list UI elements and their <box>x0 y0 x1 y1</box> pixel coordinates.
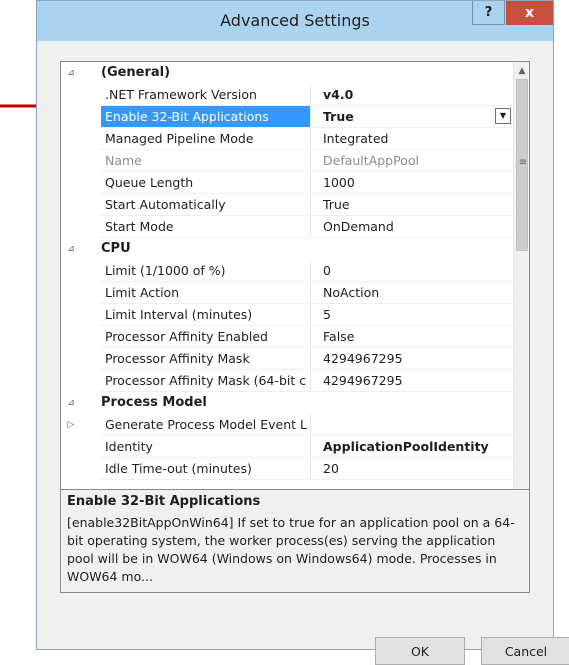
property-value[interactable]: v4.0 <box>311 84 513 106</box>
description-text: [enable32BitAppOnWin64] If set to true f… <box>67 515 515 584</box>
property-name: Start Automatically <box>105 197 226 212</box>
property-value[interactable]: NoAction <box>311 282 513 304</box>
property-grid: ⊿ (General) .NET Framework Version v4.0 Enab… <box>60 61 530 505</box>
property-row[interactable]: Processor Affinity Mask 4294967295 <box>61 348 513 370</box>
property-row[interactable]: Start Mode OnDemand <box>61 216 513 238</box>
property-row[interactable]: Enable 32-Bit Applications True ▼ <box>61 106 513 128</box>
property-name: Managed Pipeline Mode <box>105 131 254 146</box>
property-value[interactable]: ApplicationPoolIdentity <box>311 436 513 458</box>
category-label: Process Model <box>101 395 207 410</box>
property-name: Name <box>105 153 142 168</box>
property-value[interactable]: 5 <box>311 304 513 326</box>
close-button[interactable]: x <box>506 1 553 25</box>
description-panel: Enable 32-Bit Applications [enable32BitA… <box>60 489 530 593</box>
dialog-client: ⊿ (General) .NET Framework Version v4.0 Enab… <box>45 41 569 665</box>
advanced-settings-dialog: Advanced Settings ? x ⊿ (General) .NET Fra… <box>36 0 569 665</box>
property-value[interactable]: 4294967295 <box>311 348 513 370</box>
dropdown-arrow-icon[interactable]: ▼ <box>495 108 511 124</box>
property-value[interactable]: 0 <box>311 260 513 282</box>
property-value[interactable]: 20 <box>311 458 513 480</box>
property-name: Processor Affinity Mask (64-bit c <box>105 373 307 388</box>
property-value[interactable]: True ▼ <box>311 106 513 128</box>
scroll-thumb[interactable]: ≡ <box>516 79 528 251</box>
property-row[interactable]: Processor Affinity Mask (64-bit c 4294967… <box>61 370 513 392</box>
property-name: Start Mode <box>105 219 174 234</box>
description-title: Enable 32-Bit Applications <box>67 494 261 509</box>
category-row[interactable]: ⊿ (General) <box>61 62 513 84</box>
property-row[interactable]: Limit Action NoAction <box>61 282 513 304</box>
property-value[interactable]: OnDemand <box>311 216 513 238</box>
category-label: (General) <box>101 65 171 80</box>
property-name: Generate Process Model Event L <box>105 417 307 432</box>
ok-button[interactable]: OK <box>375 637 465 665</box>
expand-icon[interactable]: ▷ <box>61 414 81 436</box>
property-row[interactable]: Identity ApplicationPoolIdentity <box>61 436 513 458</box>
property-row[interactable]: Idle Time-out (minutes) 20 <box>61 458 513 480</box>
collapse-icon[interactable]: ⊿ <box>61 62 81 84</box>
property-row[interactable]: Start Automatically True <box>61 194 513 216</box>
property-name: Enable 32-Bit Applications <box>101 106 310 128</box>
vertical-scrollbar[interactable]: ▲ ≡ ▼ <box>513 62 529 504</box>
property-name: Identity <box>105 439 153 454</box>
property-row[interactable]: Queue Length 1000 <box>61 172 513 194</box>
property-row[interactable]: .NET Framework Version v4.0 <box>61 84 513 106</box>
help-button[interactable]: ? <box>472 1 505 25</box>
property-name: Limit Action <box>105 285 180 300</box>
property-row[interactable]: ▷ Generate Process Model Event L <box>61 414 513 436</box>
property-name: Queue Length <box>105 175 194 190</box>
scroll-up-icon[interactable]: ▲ <box>514 62 529 79</box>
collapse-icon[interactable]: ⊿ <box>61 392 81 414</box>
property-value[interactable]: 4294967295 <box>311 370 513 392</box>
property-value[interactable]: DefaultAppPool <box>311 150 513 172</box>
property-name: Limit Interval (minutes) <box>105 307 253 322</box>
property-row[interactable]: Processor Affinity Enabled False <box>61 326 513 348</box>
property-value[interactable]: Integrated <box>311 128 513 150</box>
property-row[interactable]: Name DefaultAppPool <box>61 150 513 172</box>
category-row[interactable]: ⊿ CPU <box>61 238 513 260</box>
property-name: Processor Affinity Mask <box>105 351 250 366</box>
property-row[interactable]: Managed Pipeline Mode Integrated <box>61 128 513 150</box>
property-value[interactable]: 1000 <box>311 172 513 194</box>
property-value[interactable]: False <box>311 326 513 348</box>
property-name: Processor Affinity Enabled <box>105 329 268 344</box>
category-label: CPU <box>101 241 131 256</box>
category-row[interactable]: ⊿ Process Model <box>61 392 513 414</box>
property-row[interactable]: Limit (1/1000 of %) 0 <box>61 260 513 282</box>
property-value[interactable] <box>311 414 513 436</box>
property-row[interactable]: Limit Interval (minutes) 5 <box>61 304 513 326</box>
property-name: .NET Framework Version <box>105 87 257 102</box>
collapse-icon[interactable]: ⊿ <box>61 238 81 260</box>
cancel-button[interactable]: Cancel <box>481 637 569 665</box>
scroll-grip-icon: ≡ <box>518 157 528 168</box>
property-value[interactable]: True <box>311 194 513 216</box>
property-name: Idle Time-out (minutes) <box>105 461 252 476</box>
title-bar: Advanced Settings ? x <box>37 1 553 41</box>
property-name: Limit (1/1000 of %) <box>105 263 226 278</box>
